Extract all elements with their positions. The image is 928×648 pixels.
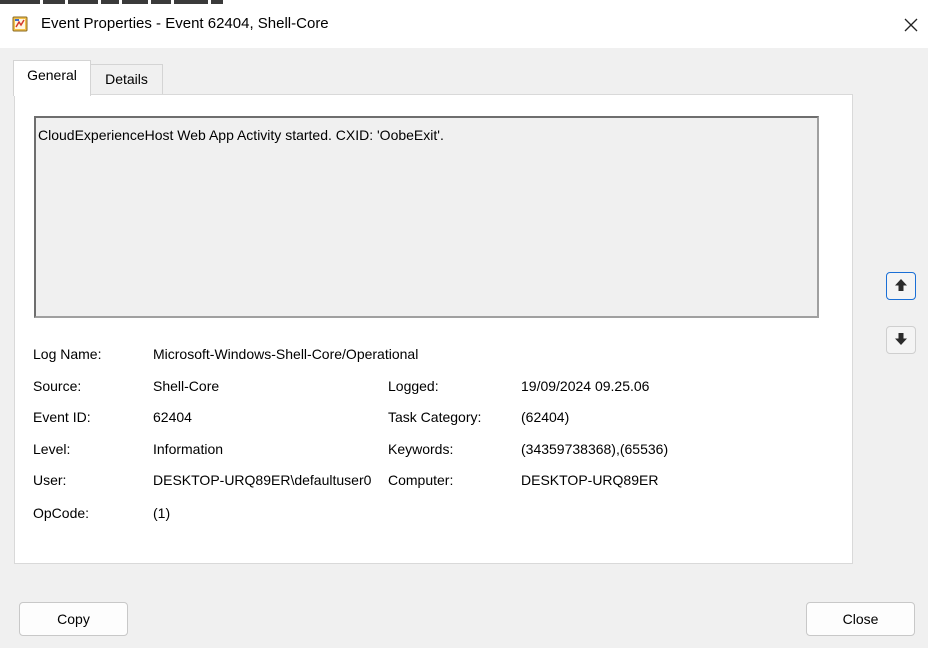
close-button[interactable]: Close [806,602,915,636]
event-viewer-icon [12,16,28,32]
source-value: Shell-Core [153,378,220,394]
task-category-value: (62404) [521,409,570,425]
title-bar: Event Properties - Event 62404, Shell-Co… [0,0,928,48]
computer-value: DESKTOP-URQ89ER [521,472,659,488]
level-value: Information [153,441,224,457]
arrow-down-icon [894,332,908,349]
user-value: DESKTOP-URQ89ER\defaultuser0 [153,472,372,488]
log-name-label: Log Name: [33,346,102,362]
user-label: User: [33,472,67,488]
event-description: CloudExperienceHost Web App Activity sta… [38,127,444,143]
event-id-value: 62404 [153,409,192,425]
background-window-edge [0,0,260,4]
source-label: Source: [33,378,82,394]
logged-value: 19/09/2024 09.25.06 [521,378,650,394]
next-event-button[interactable] [886,326,916,354]
window-title: Event Properties - Event 62404, Shell-Co… [41,15,329,32]
event-id-label: Event ID: [33,409,91,425]
opcode-label: OpCode: [33,505,90,521]
task-category-label: Task Category: [388,409,482,425]
keywords-label: Keywords: [388,441,454,457]
log-name-value: Microsoft-Windows-Shell-Core/Operational [153,346,419,362]
arrow-up-icon [894,278,908,295]
level-label: Level: [33,441,71,457]
tab-general[interactable]: General [13,60,91,96]
computer-label: Computer: [388,472,454,488]
opcode-value: (1) [153,505,171,521]
logged-label: Logged: [388,378,439,394]
keywords-value: (34359738368),(65536) [521,441,669,457]
close-icon[interactable] [896,10,926,40]
previous-event-button[interactable] [886,272,916,300]
copy-button[interactable]: Copy [19,602,128,636]
tab-details[interactable]: Details [91,64,163,94]
description-box[interactable] [34,116,819,318]
